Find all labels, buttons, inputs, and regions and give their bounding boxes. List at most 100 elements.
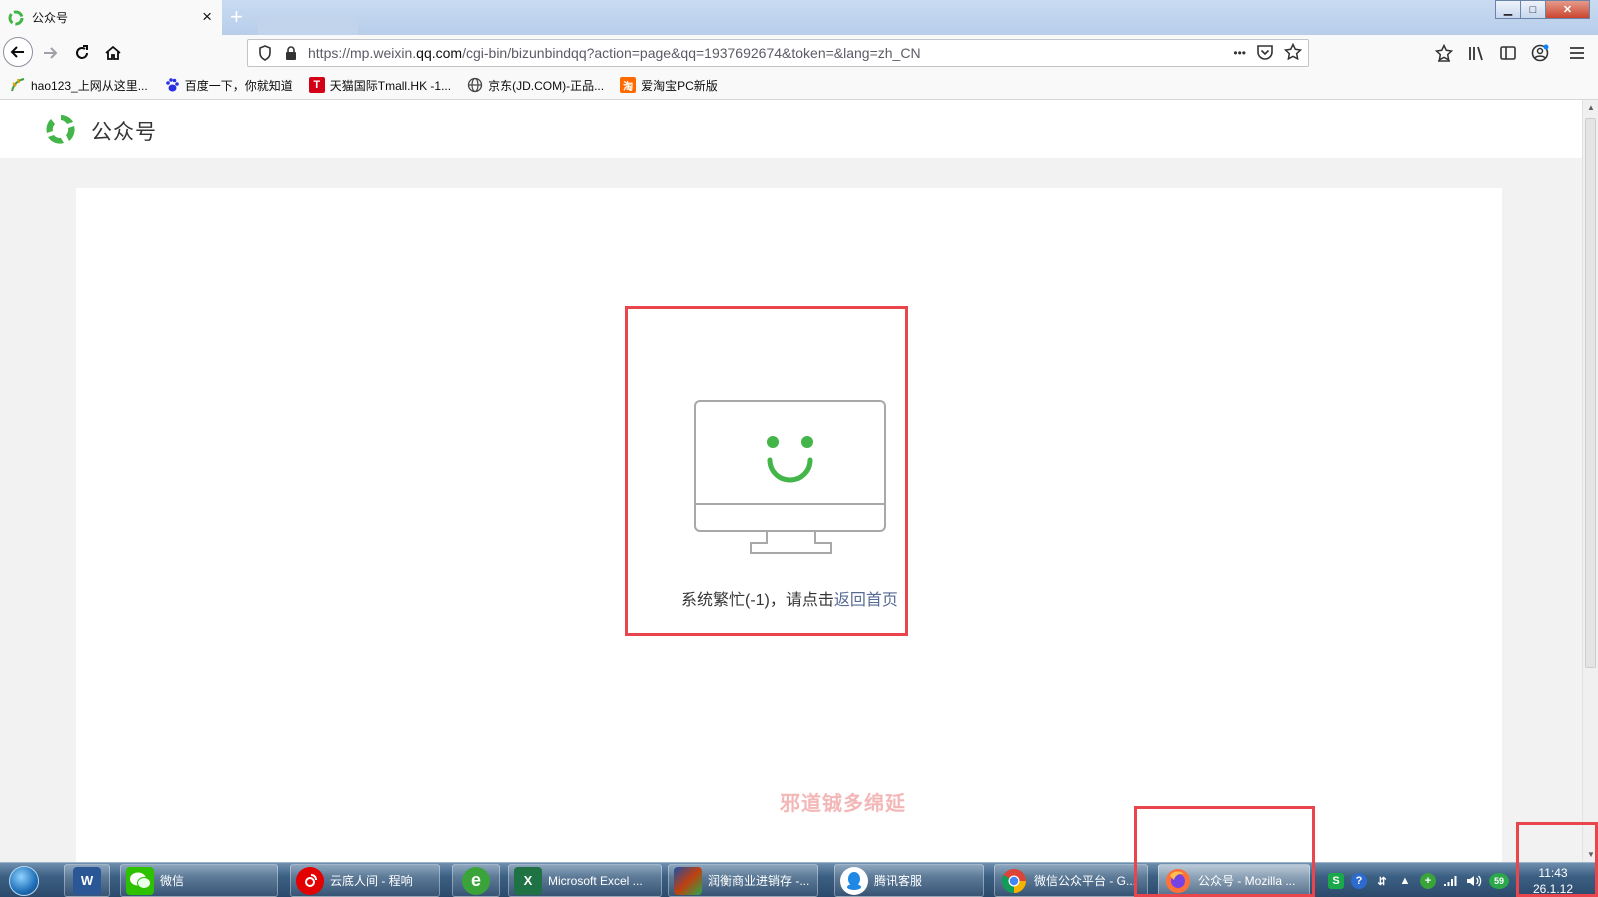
bookmark-baidu[interactable]: 百度一下，你就知道 — [164, 77, 293, 94]
sidebar-icon[interactable] — [1497, 43, 1519, 63]
annotation-box-clock — [1516, 822, 1598, 897]
taskbar-chrome[interactable]: 微信公众平台 - G... — [994, 864, 1148, 897]
globe-icon — [467, 77, 483, 93]
bookmark-label: 天猫国际Tmall.HK -1... — [329, 78, 452, 93]
scrollbar-thumb[interactable] — [1585, 118, 1596, 668]
back-arrow-icon — [10, 46, 24, 58]
task-label: 润衡商业进销存 -... — [708, 874, 810, 888]
taskbar-wechat[interactable]: 微信 — [120, 864, 278, 897]
task-label: 微信公众平台 - G... — [1034, 874, 1137, 888]
tab-close-icon[interactable]: × — [202, 8, 212, 25]
lock-icon[interactable] — [282, 44, 300, 62]
windows-orb-icon — [9, 865, 39, 896]
site-brand[interactable]: 公众号 — [91, 116, 157, 146]
pocket-icon[interactable] — [1256, 43, 1274, 61]
error-message-line: 系统繁忙(-1)，请点击返回首页 — [681, 586, 898, 610]
excel-icon: X — [514, 866, 542, 895]
taskbar-erp[interactable]: 润衡商业进销存 -... — [668, 864, 818, 897]
signal-bars-icon[interactable] — [1443, 873, 1459, 889]
new-tab-icon[interactable]: + — [230, 5, 243, 29]
watermark-text: 邪道铖多绵延 — [780, 793, 906, 815]
windows-taskbar: W 微信 云底人间 - 程响 e X Microsoft Excel ... 润… — [0, 862, 1598, 897]
task-label: Microsoft Excel ... — [548, 873, 643, 888]
url-actions: ••• — [1233, 43, 1302, 63]
error-message: 系统繁忙(-1)，请点击 — [681, 592, 834, 609]
word-icon: W — [73, 866, 101, 895]
reload-icon — [76, 45, 88, 59]
hao123-icon — [10, 77, 26, 93]
ie-ai-icon: e — [462, 866, 490, 895]
forward-arrow-icon — [44, 47, 58, 59]
bookmark-hao123[interactable]: hao123_上网从这里... — [10, 77, 148, 94]
return-home-link[interactable]: 返回首页 — [834, 592, 898, 609]
account-icon[interactable] — [1529, 43, 1551, 63]
reload-button[interactable] — [68, 39, 96, 67]
tab-strip: 公众号 × + ▁ □ ✕ — [0, 0, 1598, 35]
usb-device-icon[interactable]: ⇵ — [1374, 873, 1390, 889]
tab-title: 公众号 — [32, 11, 69, 25]
bookmark-jd[interactable]: 京东(JD.COM)-正品... — [467, 77, 604, 94]
taskbar-tencent-service[interactable]: 腾讯客服 — [834, 864, 984, 897]
bookmark-aitaobao[interactable]: 淘 爱淘宝PC新版 — [620, 77, 718, 94]
background-window-tab — [258, 18, 358, 35]
tmall-icon: T — [308, 77, 325, 93]
page-actions-icon[interactable]: ••• — [1233, 43, 1246, 63]
restore-icon[interactable]: □ — [1520, 0, 1546, 19]
navigation-toolbar: https://mp.weixin.qq.com/cgi-bin/bizunbi… — [0, 35, 1598, 71]
netease-music-icon — [296, 866, 324, 895]
back-button[interactable] — [3, 37, 33, 67]
url-path: /cgi-bin/bizunbindqq?action=page&qq=1937… — [462, 45, 921, 61]
hamburger-menu-icon[interactable] — [1566, 43, 1588, 63]
tencent-service-icon — [840, 866, 868, 895]
baidu-paw-icon — [164, 77, 180, 93]
bookmark-label: 京东(JD.COM)-正品... — [488, 78, 605, 93]
help-icon[interactable]: ? — [1351, 873, 1367, 889]
bookmark-label: hao123_上网从这里... — [31, 78, 148, 93]
library-icon[interactable] — [1465, 43, 1487, 63]
address-bar[interactable]: https://mp.weixin.qq.com/cgi-bin/bizunbi… — [247, 39, 1309, 67]
taskbar-netease-music[interactable]: 云底人间 - 程响 — [290, 864, 440, 897]
bookmark-tmall[interactable]: T 天猫国际Tmall.HK -1... — [308, 77, 452, 94]
chrome-icon — [1000, 867, 1028, 895]
home-button[interactable] — [99, 39, 127, 67]
system-tray: S ? ⇵ ▲ + 59 — [1328, 867, 1509, 895]
bookmark-label: 爱淘宝PC新版 — [641, 78, 718, 93]
task-label: 云底人间 - 程响 — [330, 874, 413, 888]
show-hidden-icons-icon[interactable]: ▲ — [1397, 873, 1413, 889]
task-label: 微信 — [160, 874, 185, 888]
bookmarks-toolbar: hao123_上网从这里... 百度一下，你就知道 T 天猫国际Tmall.HK… — [0, 71, 1598, 100]
minimize-icon[interactable]: ▁ — [1495, 0, 1521, 19]
taskbar-word[interactable]: W — [64, 864, 110, 897]
forward-button[interactable] — [36, 39, 64, 67]
bookmark-label: 百度一下，你就知道 — [184, 78, 293, 93]
volume-icon[interactable] — [1466, 873, 1482, 889]
window-controls: ▁ □ ✕ — [1495, 0, 1590, 19]
site-header: 公众号 — [0, 100, 1582, 158]
erp-icon — [674, 866, 702, 895]
wechat-icon — [126, 866, 154, 895]
url-domain: qq.com — [416, 45, 463, 61]
page-viewport: 公众号 系统繁忙(-1)，请点击返回首页 邪道铖多绵延 — [0, 100, 1582, 862]
vertical-scrollbar[interactable]: ▲ ▼ — [1582, 100, 1598, 862]
url-prefix: https://mp.weixin. — [308, 45, 417, 61]
taskbar-ie-ai[interactable]: e — [452, 864, 500, 897]
url-text[interactable]: https://mp.weixin.qq.com/cgi-bin/bizunbi… — [308, 45, 921, 61]
sogou-input-icon[interactable]: S — [1328, 873, 1344, 889]
monitor-smile-icon — [694, 400, 886, 554]
security-badge[interactable]: 59 — [1489, 873, 1509, 889]
tracking-shield-icon[interactable] — [256, 44, 274, 62]
browser-tab[interactable]: 公众号 × — [0, 0, 222, 35]
home-icon — [105, 45, 121, 60]
bookmark-star-icon[interactable] — [1284, 43, 1302, 61]
aitaobao-icon: 淘 — [620, 77, 637, 93]
wechat-mp-favicon-icon — [8, 10, 24, 25]
taskbar-excel[interactable]: X Microsoft Excel ... — [508, 864, 662, 897]
start-button[interactable] — [2, 863, 46, 897]
network-status-icon[interactable]: + — [1420, 873, 1436, 889]
scroll-up-icon[interactable]: ▲ — [1587, 103, 1595, 112]
bookmarks-menu-icon[interactable] — [1433, 43, 1455, 63]
close-window-icon[interactable]: ✕ — [1545, 0, 1590, 19]
task-label: 腾讯客服 — [874, 874, 923, 888]
wechat-mp-logo-icon[interactable] — [44, 112, 78, 146]
annotation-box-active-task — [1134, 806, 1315, 897]
